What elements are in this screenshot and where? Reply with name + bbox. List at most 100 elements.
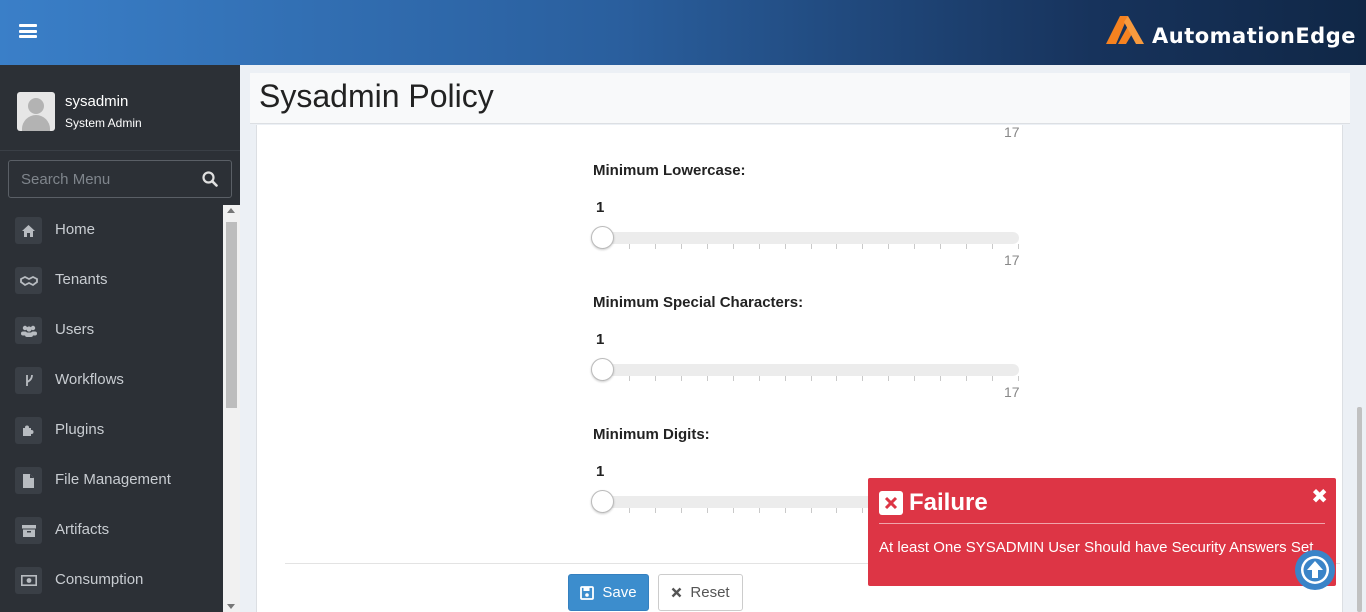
slider-tick — [914, 376, 916, 381]
brand-text: AutomationEdge — [1152, 24, 1356, 48]
slider-field-min-lowercase: Minimum Lowercase: 1 17 — [591, 162, 1021, 268]
slider-tick — [810, 244, 812, 249]
sidebar-item-plugins[interactable]: Plugins — [0, 405, 223, 455]
search-box — [8, 160, 232, 198]
slider-tick — [628, 508, 630, 513]
slider-tick — [888, 376, 890, 381]
slider-max-label: 17 — [1004, 124, 1020, 140]
failure-toast: ✖ Failure At least One SYSADMIN User Sho… — [868, 478, 1336, 586]
save-icon — [580, 585, 595, 600]
slider-tick — [706, 508, 708, 513]
workflow-icon — [15, 367, 42, 394]
sidebar-scrollbar[interactable] — [223, 205, 240, 612]
slider-tick — [706, 376, 708, 381]
slider-tick — [654, 508, 656, 513]
slider-tick — [680, 244, 682, 249]
slider-field-min-digits: Minimum Digits: 1 — [591, 426, 1021, 513]
user-panel: sysadmin System Admin — [0, 65, 240, 151]
sidebar-item-consumption[interactable]: Consumption — [0, 555, 223, 605]
slider-tick — [914, 244, 916, 249]
slider-handle[interactable] — [591, 358, 614, 381]
close-icon — [672, 587, 682, 598]
slider-tick — [628, 376, 630, 381]
slider-tick — [888, 244, 890, 249]
sidebar-item-label: Plugins — [55, 421, 105, 438]
sidebar: sysadmin System Admin Home Tenants Users — [0, 65, 240, 612]
sidebar-item-label: Users — [55, 321, 95, 338]
hamburger-menu-icon[interactable] — [19, 24, 37, 38]
slider-tick — [680, 376, 682, 381]
search-input[interactable] — [9, 161, 199, 197]
sidebar-item-home[interactable]: Home — [0, 205, 223, 255]
slider-tick — [810, 376, 812, 381]
sidebar-item-artifacts[interactable]: Artifacts — [0, 505, 223, 555]
slider-tick — [732, 244, 734, 249]
handshake-icon — [15, 267, 42, 294]
slider-tick — [1018, 244, 1019, 249]
sidebar-item-tenants[interactable]: Tenants — [0, 255, 223, 305]
slider-tick — [992, 244, 994, 249]
error-icon — [879, 491, 903, 515]
slider-tick — [810, 508, 812, 513]
toast-close-icon[interactable]: ✖ — [1311, 484, 1328, 509]
slider-max-label: 17 — [1004, 252, 1020, 268]
slider-label: Minimum Digits: — [593, 426, 710, 443]
slider-tick — [758, 376, 760, 381]
sidebar-item-label: File Management — [55, 471, 171, 488]
toast-divider — [879, 523, 1325, 524]
sidebar-item-file-management[interactable]: File Management — [0, 455, 223, 505]
slider-handle[interactable] — [591, 226, 614, 249]
slider-tick — [836, 244, 838, 249]
user-role: System Admin — [65, 116, 142, 130]
sidebar-item-label: Home — [55, 221, 96, 238]
slider-tick — [940, 244, 942, 249]
slider-label: Minimum Lowercase: — [593, 162, 746, 179]
slider-tick — [940, 376, 942, 381]
archive-icon — [15, 517, 42, 544]
page-header: Sysadmin Policy — [250, 73, 1350, 124]
slider-tick — [654, 244, 656, 249]
scroll-down-arrow-icon[interactable] — [227, 604, 235, 609]
slider-tick — [732, 508, 734, 513]
save-button-label: Save — [602, 584, 637, 601]
scroll-up-arrow-icon[interactable] — [227, 208, 235, 213]
arrow-up-icon — [1301, 556, 1329, 584]
toast-title: Failure — [909, 489, 988, 516]
save-button[interactable]: Save — [568, 574, 649, 611]
user-name: sysadmin — [65, 93, 129, 110]
file-icon — [15, 467, 42, 494]
slider-tick — [836, 376, 838, 381]
slider-field-min-special-characters: Minimum Special Characters: 1 17 — [591, 294, 1021, 400]
automationedge-logo-icon — [1106, 16, 1144, 44]
avatar — [17, 92, 55, 131]
slider-ticks — [603, 376, 1019, 382]
slider-track[interactable] — [593, 232, 1019, 244]
sidebar-item-users[interactable]: Users — [0, 305, 223, 355]
slider-tick — [966, 376, 968, 381]
search-icon[interactable] — [202, 171, 218, 187]
sidebar-item-workflows[interactable]: Workflows — [0, 355, 223, 405]
slider-value: 1 — [596, 463, 605, 480]
slider-tick — [654, 376, 656, 381]
slider-tick — [706, 244, 708, 249]
slider-handle[interactable] — [591, 490, 614, 513]
page-title: Sysadmin Policy — [259, 78, 494, 114]
slider-ticks — [603, 244, 1019, 250]
slider-value: 1 — [596, 331, 605, 348]
top-header: AutomationEdge — [0, 0, 1366, 65]
slider-tick — [862, 508, 864, 513]
slider-tick — [966, 244, 968, 249]
scroll-to-top-button[interactable] — [1295, 550, 1335, 590]
reset-button-label: Reset — [690, 584, 730, 601]
slider-tick — [758, 508, 760, 513]
reset-button[interactable]: Reset — [658, 574, 743, 611]
toast-header: Failure — [879, 489, 988, 517]
slider-track[interactable] — [593, 364, 1019, 376]
slider-tick — [784, 508, 786, 513]
slider-tick — [628, 244, 630, 249]
slider-max-label: 17 — [1004, 384, 1020, 400]
slider-value: 1 — [596, 199, 605, 216]
toast-message: At least One SYSADMIN User Should have S… — [879, 539, 1314, 556]
scrollbar-thumb[interactable] — [226, 222, 237, 408]
page-scrollbar-thumb[interactable] — [1357, 407, 1362, 612]
